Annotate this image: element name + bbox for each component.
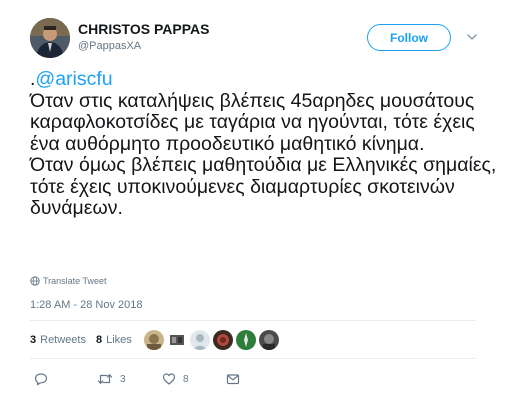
- divider-top: [30, 320, 476, 321]
- author-display-name[interactable]: CHRISTOS PAPPAS: [78, 21, 209, 37]
- retweets-count[interactable]: 3: [30, 334, 36, 346]
- liker-avatar[interactable]: [213, 330, 233, 350]
- retweets-label[interactable]: Retweets: [40, 334, 86, 346]
- author-handle[interactable]: @PappasXA: [78, 40, 141, 52]
- chevron-down-icon[interactable]: [466, 31, 478, 43]
- tweet-card: CHRISTOS PAPPAS @PappasXA Follow .@arisc…: [0, 0, 505, 409]
- direct-message-button[interactable]: [226, 372, 240, 386]
- tweet-text: .@ariscfu Όταν στις καταλήψεις βλέπεις 4…: [30, 68, 500, 220]
- likes-label[interactable]: Likes: [106, 334, 132, 346]
- mention-link[interactable]: @ariscfu: [35, 68, 112, 90]
- heart-icon: [162, 373, 176, 385]
- liker-avatar[interactable]: [144, 330, 164, 350]
- retweet-count: 3: [120, 373, 126, 385]
- liker-avatar[interactable]: [236, 330, 256, 350]
- reply-icon: [34, 373, 48, 386]
- divider-bottom: [30, 358, 476, 359]
- tweet-body: Όταν στις καταλήψεις βλέπεις 45αρηδες μο…: [30, 89, 497, 219]
- tweet-timestamp[interactable]: 1:28 AM - 28 Nov 2018: [30, 299, 143, 311]
- globe-icon: [30, 276, 40, 286]
- translate-label: Translate Tweet: [43, 276, 107, 286]
- likes-count[interactable]: 8: [96, 334, 102, 346]
- liker-avatar[interactable]: [259, 330, 279, 350]
- retweet-button[interactable]: 3: [97, 372, 126, 386]
- tweet-actions: 3 8: [0, 372, 505, 386]
- envelope-icon: [226, 374, 240, 385]
- retweet-icon: [97, 374, 113, 384]
- follow-button[interactable]: Follow: [367, 24, 451, 51]
- likers-avatars: [144, 330, 282, 350]
- like-count: 8: [183, 373, 189, 385]
- reply-button[interactable]: [34, 372, 48, 386]
- translate-tweet-link[interactable]: Translate Tweet: [30, 276, 107, 286]
- author-avatar[interactable]: [30, 18, 70, 58]
- engagement-stats: 3 Retweets 8 Likes: [30, 334, 132, 346]
- liker-avatar[interactable]: [167, 330, 187, 350]
- like-button[interactable]: 8: [162, 372, 189, 386]
- liker-avatar[interactable]: [190, 330, 210, 350]
